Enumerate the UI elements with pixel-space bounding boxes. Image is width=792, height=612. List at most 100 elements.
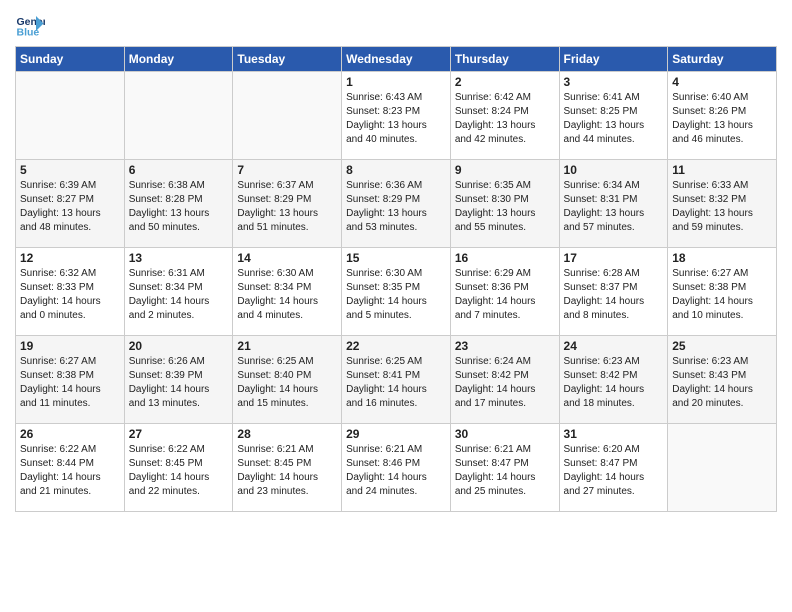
day-number: 6 <box>129 163 229 177</box>
day-number: 5 <box>20 163 120 177</box>
calendar-cell <box>668 424 777 512</box>
calendar-cell: 13 Sunrise: 6:31 AM Sunset: 8:34 PM Dayli… <box>124 248 233 336</box>
day-number: 16 <box>455 251 555 265</box>
logo: General Blue <box>15 10 49 40</box>
calendar-cell: 17 Sunrise: 6:28 AM Sunset: 8:37 PM Dayli… <box>559 248 668 336</box>
day-number: 7 <box>237 163 337 177</box>
day-info: Sunrise: 6:24 AM Sunset: 8:42 PM Dayligh… <box>455 355 555 411</box>
day-number: 22 <box>346 339 446 353</box>
col-header-tuesday: Tuesday <box>233 47 342 72</box>
calendar-cell: 26 Sunrise: 6:22 AM Sunset: 8:44 PM Dayli… <box>16 424 125 512</box>
col-header-thursday: Thursday <box>450 47 559 72</box>
calendar-cell: 8Sunrise: 6:36 AM Sunset: 8:29 PM Daylig… <box>342 160 451 248</box>
day-info: Sunrise: 6:39 AM Sunset: 8:27 PM Dayligh… <box>20 179 120 235</box>
day-info: Sunrise: 6:21 AM Sunset: 8:45 PM Dayligh… <box>237 443 337 499</box>
day-info: Sunrise: 6:28 AM Sunset: 8:37 PM Dayligh… <box>564 267 664 323</box>
col-header-saturday: Saturday <box>668 47 777 72</box>
calendar-cell: 2Sunrise: 6:42 AM Sunset: 8:24 PM Daylig… <box>450 72 559 160</box>
calendar-cell: 21 Sunrise: 6:25 AM Sunset: 8:40 PM Dayli… <box>233 336 342 424</box>
calendar-cell: 22 Sunrise: 6:25 AM Sunset: 8:41 PM Dayli… <box>342 336 451 424</box>
day-number: 9 <box>455 163 555 177</box>
calendar-cell: 20 Sunrise: 6:26 AM Sunset: 8:39 PM Dayli… <box>124 336 233 424</box>
day-info: Sunrise: 6:21 AM Sunset: 8:47 PM Dayligh… <box>455 443 555 499</box>
day-number: 3 <box>564 75 664 89</box>
col-header-sunday: Sunday <box>16 47 125 72</box>
col-header-wednesday: Wednesday <box>342 47 451 72</box>
day-info: Sunrise: 6:27 AM Sunset: 8:38 PM Dayligh… <box>672 267 772 323</box>
day-number: 19 <box>20 339 120 353</box>
day-info: Sunrise: 6:29 AM Sunset: 8:36 PM Dayligh… <box>455 267 555 323</box>
calendar-cell: 24 Sunrise: 6:23 AM Sunset: 8:42 PM Dayli… <box>559 336 668 424</box>
day-info: Sunrise: 6:37 AM Sunset: 8:29 PM Dayligh… <box>237 179 337 235</box>
day-info: Sunrise: 6:35 AM Sunset: 8:30 PM Dayligh… <box>455 179 555 235</box>
day-info: Sunrise: 6:26 AM Sunset: 8:39 PM Dayligh… <box>129 355 229 411</box>
calendar-cell: 9 Sunrise: 6:35 AM Sunset: 8:30 PM Daylig… <box>450 160 559 248</box>
day-number: 21 <box>237 339 337 353</box>
day-info: Sunrise: 6:34 AM Sunset: 8:31 PM Dayligh… <box>564 179 664 235</box>
day-number: 4 <box>672 75 772 89</box>
day-number: 1 <box>346 75 446 89</box>
svg-text:Blue: Blue <box>17 27 40 39</box>
day-info: Sunrise: 6:21 AM Sunset: 8:46 PM Dayligh… <box>346 443 446 499</box>
day-info: Sunrise: 6:22 AM Sunset: 8:44 PM Dayligh… <box>20 443 120 499</box>
day-info: Sunrise: 6:31 AM Sunset: 8:34 PM Dayligh… <box>129 267 229 323</box>
day-info: Sunrise: 6:41 AM Sunset: 8:25 PM Dayligh… <box>564 91 664 147</box>
day-number: 24 <box>564 339 664 353</box>
calendar-cell: 3 Sunrise: 6:41 AM Sunset: 8:25 PM Daylig… <box>559 72 668 160</box>
day-info: Sunrise: 6:23 AM Sunset: 8:43 PM Dayligh… <box>672 355 772 411</box>
day-info: Sunrise: 6:25 AM Sunset: 8:41 PM Dayligh… <box>346 355 446 411</box>
day-number: 11 <box>672 163 772 177</box>
day-number: 28 <box>237 427 337 441</box>
day-number: 23 <box>455 339 555 353</box>
calendar-cell: 31 Sunrise: 6:20 AM Sunset: 8:47 PM Dayli… <box>559 424 668 512</box>
col-header-friday: Friday <box>559 47 668 72</box>
day-info: Sunrise: 6:27 AM Sunset: 8:38 PM Dayligh… <box>20 355 120 411</box>
calendar-cell: 27Sunrise: 6:22 AM Sunset: 8:45 PM Dayli… <box>124 424 233 512</box>
calendar-cell: 30 Sunrise: 6:21 AM Sunset: 8:47 PM Dayli… <box>450 424 559 512</box>
day-number: 31 <box>564 427 664 441</box>
day-info: Sunrise: 6:25 AM Sunset: 8:40 PM Dayligh… <box>237 355 337 411</box>
calendar-cell: 25 Sunrise: 6:23 AM Sunset: 8:43 PM Dayli… <box>668 336 777 424</box>
calendar-cell: 23 Sunrise: 6:24 AM Sunset: 8:42 PM Dayli… <box>450 336 559 424</box>
day-number: 14 <box>237 251 337 265</box>
day-info: Sunrise: 6:40 AM Sunset: 8:26 PM Dayligh… <box>672 91 772 147</box>
day-info: Sunrise: 6:20 AM Sunset: 8:47 PM Dayligh… <box>564 443 664 499</box>
calendar-cell <box>16 72 125 160</box>
calendar-table: SundayMondayTuesdayWednesdayThursdayFrid… <box>15 46 777 512</box>
day-info: Sunrise: 6:23 AM Sunset: 8:42 PM Dayligh… <box>564 355 664 411</box>
day-number: 13 <box>129 251 229 265</box>
day-info: Sunrise: 6:22 AM Sunset: 8:45 PM Dayligh… <box>129 443 229 499</box>
calendar-cell: 7 Sunrise: 6:37 AM Sunset: 8:29 PM Daylig… <box>233 160 342 248</box>
day-number: 29 <box>346 427 446 441</box>
calendar-cell <box>233 72 342 160</box>
day-info: Sunrise: 6:38 AM Sunset: 8:28 PM Dayligh… <box>129 179 229 235</box>
day-info: Sunrise: 6:43 AM Sunset: 8:23 PM Dayligh… <box>346 91 446 147</box>
calendar-cell: 6 Sunrise: 6:38 AM Sunset: 8:28 PM Daylig… <box>124 160 233 248</box>
calendar-cell: 19 Sunrise: 6:27 AM Sunset: 8:38 PM Dayli… <box>16 336 125 424</box>
day-number: 25 <box>672 339 772 353</box>
day-info: Sunrise: 6:32 AM Sunset: 8:33 PM Dayligh… <box>20 267 120 323</box>
day-number: 30 <box>455 427 555 441</box>
calendar-cell: 14 Sunrise: 6:30 AM Sunset: 8:34 PM Dayli… <box>233 248 342 336</box>
calendar-cell: 16 Sunrise: 6:29 AM Sunset: 8:36 PM Dayli… <box>450 248 559 336</box>
calendar-cell: 10 Sunrise: 6:34 AM Sunset: 8:31 PM Dayli… <box>559 160 668 248</box>
calendar-cell: 5 Sunrise: 6:39 AM Sunset: 8:27 PM Daylig… <box>16 160 125 248</box>
calendar-cell: 18 Sunrise: 6:27 AM Sunset: 8:38 PM Dayli… <box>668 248 777 336</box>
day-info: Sunrise: 6:30 AM Sunset: 8:34 PM Dayligh… <box>237 267 337 323</box>
calendar-cell: 4 Sunrise: 6:40 AM Sunset: 8:26 PM Daylig… <box>668 72 777 160</box>
day-number: 12 <box>20 251 120 265</box>
day-number: 15 <box>346 251 446 265</box>
calendar-cell: 12 Sunrise: 6:32 AM Sunset: 8:33 PM Dayli… <box>16 248 125 336</box>
day-number: 18 <box>672 251 772 265</box>
calendar-cell: 1 Sunrise: 6:43 AM Sunset: 8:23 PM Daylig… <box>342 72 451 160</box>
calendar-cell <box>124 72 233 160</box>
day-number: 10 <box>564 163 664 177</box>
calendar-cell: 15 Sunrise: 6:30 AM Sunset: 8:35 PM Dayli… <box>342 248 451 336</box>
day-number: 17 <box>564 251 664 265</box>
day-info: Sunrise: 6:30 AM Sunset: 8:35 PM Dayligh… <box>346 267 446 323</box>
day-info: Sunrise: 6:42 AM Sunset: 8:24 PM Dayligh… <box>455 91 555 147</box>
day-number: 26 <box>20 427 120 441</box>
day-number: 20 <box>129 339 229 353</box>
logo-icon: General Blue <box>15 10 45 40</box>
calendar-cell: 11Sunrise: 6:33 AM Sunset: 8:32 PM Dayli… <box>668 160 777 248</box>
